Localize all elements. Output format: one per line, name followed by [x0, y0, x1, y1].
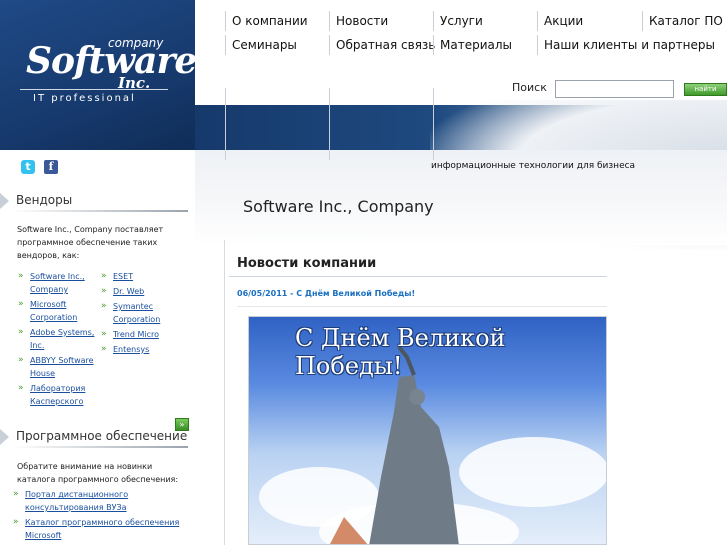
- software-link[interactable]: Портал дистанционного консультирования В…: [25, 490, 128, 512]
- nav-about[interactable]: О компании: [225, 11, 308, 31]
- vendors-intro: Software Inc., Company поставляет програ…: [17, 225, 164, 260]
- page-title: Software Inc., Company: [243, 197, 434, 216]
- vendor-link[interactable]: Microsoft Corporation: [30, 300, 77, 322]
- bullet-icon: »: [18, 271, 24, 281]
- logo-tagline: IT professional: [33, 93, 136, 104]
- list-item: » Software Inc., Company: [18, 270, 98, 296]
- vendor-link[interactable]: Trend Micro: [113, 330, 159, 339]
- logo-divider: [20, 89, 168, 90]
- list-item: » Каталог программного обеспечения Micros…: [13, 516, 183, 542]
- software-heading: Программное обеспечение: [0, 426, 188, 448]
- bullet-icon: »: [18, 355, 24, 365]
- list-item: » Microsoft Corporation: [18, 298, 98, 324]
- software-title: Программное обеспечение: [16, 429, 188, 443]
- software-link-list: » Портал дистанционного консультирования …: [13, 488, 183, 544]
- vendor-link[interactable]: Dr. Web: [113, 287, 144, 296]
- nav-clients-partners[interactable]: Наши клиенты и партнеры: [537, 35, 715, 55]
- vendor-list-right: » ESET » Dr. Web » Symantec Corporation » Tr…: [101, 270, 181, 358]
- list-item: » ESET: [101, 270, 181, 283]
- nav-feedback[interactable]: Обратная связь: [329, 35, 435, 55]
- vendor-link[interactable]: ESET: [113, 272, 133, 281]
- section-divider: [229, 276, 607, 277]
- bullet-icon: »: [101, 271, 107, 281]
- vendor-link[interactable]: Adobe Systems, Inc.: [30, 328, 94, 350]
- list-item: » Entensys: [101, 343, 181, 356]
- site-tagline: информационные технологии для бизнеса: [431, 161, 636, 171]
- logo-software-text: Software: [26, 40, 197, 82]
- header-divider: [225, 88, 226, 160]
- news-image[interactable]: С Днём Великой Победы!: [248, 316, 607, 545]
- vendors-heading: Вендоры: [0, 190, 188, 212]
- software-link[interactable]: Каталог программного обеспечения Microso…: [25, 518, 179, 540]
- list-item: » Dr. Web: [101, 285, 181, 298]
- header-divider: [329, 88, 330, 160]
- vendor-list-left: » Software Inc., Company » Microsoft Corpo…: [18, 270, 98, 410]
- header-divider: [433, 88, 434, 160]
- bullet-icon: »: [13, 489, 19, 499]
- list-item: » ABBYY Software House: [18, 354, 98, 380]
- search-label: Поиск: [512, 81, 547, 94]
- bullet-icon: »: [101, 286, 107, 296]
- vendor-link[interactable]: Entensys: [113, 345, 149, 354]
- vendors-title: Вендоры: [16, 193, 73, 207]
- vendor-link[interactable]: Software Inc., Company: [30, 272, 85, 294]
- content-divider: [224, 240, 225, 545]
- nav-materials[interactable]: Материалы: [433, 35, 512, 55]
- arrow-icon: [0, 429, 9, 445]
- vendor-link[interactable]: Symantec Corporation: [113, 302, 160, 324]
- list-item: » Symantec Corporation: [101, 300, 181, 326]
- news-divider: [237, 306, 607, 307]
- news-image-caption: С Днём Великой Победы!: [295, 324, 506, 380]
- bullet-icon: »: [101, 344, 107, 354]
- heading-divider: [12, 210, 188, 212]
- vendor-link[interactable]: ABBYY Software House: [30, 356, 94, 378]
- bullet-icon: »: [13, 517, 19, 527]
- software-intro: Обратите внимание на новинки каталога пр…: [17, 462, 179, 484]
- search-input[interactable]: [555, 80, 674, 98]
- nav-services[interactable]: Услуги: [433, 11, 483, 31]
- heading-divider: [12, 446, 188, 448]
- news-item-link[interactable]: 06/05/2011 - С Днём Великой Победы!: [237, 289, 415, 298]
- bullet-icon: »: [101, 301, 107, 311]
- vendor-link[interactable]: Лаборатория Касперского: [30, 384, 85, 406]
- bullet-icon: »: [18, 327, 24, 337]
- list-item: » Портал дистанционного консультирования …: [13, 488, 183, 514]
- nav-promotions[interactable]: Акции: [537, 11, 583, 31]
- search-button[interactable]: найти: [684, 83, 727, 96]
- nav-seminars[interactable]: Семинары: [225, 35, 297, 55]
- list-item: » Adobe Systems, Inc.: [18, 326, 98, 352]
- facebook-icon[interactable]: f: [44, 160, 58, 174]
- bullet-icon: »: [101, 329, 107, 339]
- list-item: » Лаборатория Касперского: [18, 382, 98, 408]
- arrow-icon: [0, 193, 9, 209]
- bullet-icon: »: [18, 299, 24, 309]
- nav-software-catalog[interactable]: Каталог ПО: [642, 11, 723, 31]
- list-item: » Trend Micro: [101, 328, 181, 341]
- nav-news[interactable]: Новости: [329, 11, 388, 31]
- bullet-icon: »: [18, 383, 24, 393]
- section-title: Новости компании: [237, 256, 377, 271]
- twitter-icon[interactable]: t: [21, 160, 35, 174]
- logo[interactable]: company Software Inc. IT professional: [0, 0, 197, 150]
